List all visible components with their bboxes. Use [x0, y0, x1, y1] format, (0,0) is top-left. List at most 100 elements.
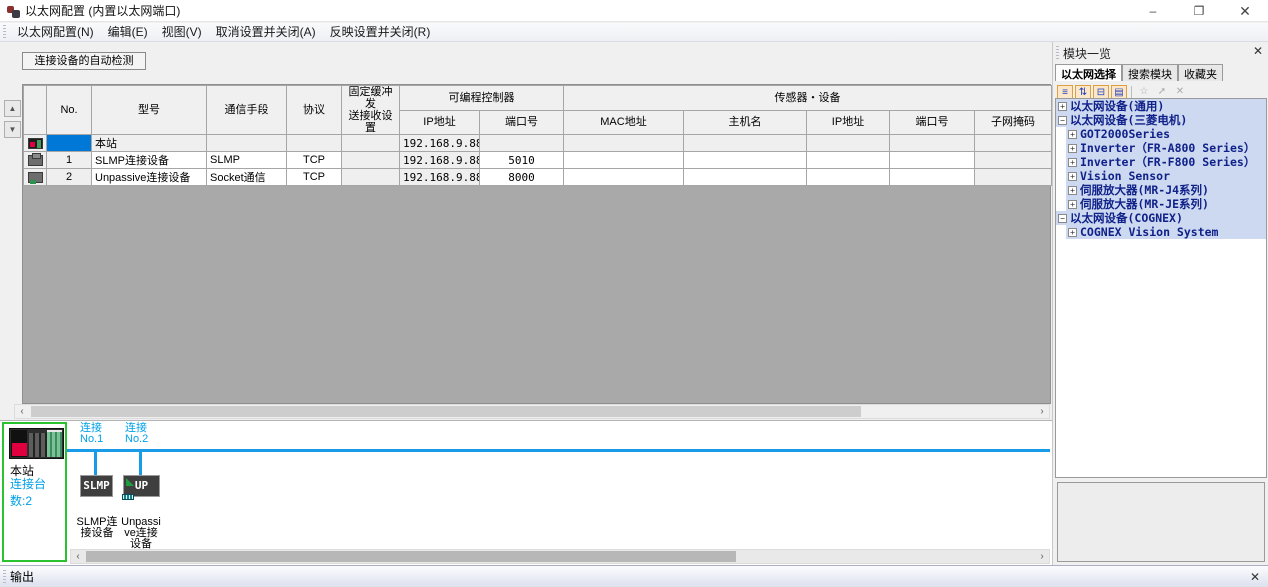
tree-item[interactable]: +以太网设备(通用) — [1056, 99, 1266, 113]
collapse-icon[interactable]: − — [1058, 116, 1067, 125]
cell-ip[interactable] — [807, 135, 890, 152]
col-port: 端口号 — [890, 110, 975, 135]
cell-model[interactable]: Unpassive连接设备 — [92, 169, 207, 186]
collapse-icon[interactable]: − — [1058, 214, 1067, 223]
col-icon — [24, 86, 47, 135]
move-row-up-button[interactable]: ▲ — [4, 100, 21, 117]
unpassive-flag-icon — [126, 478, 134, 486]
tree-item[interactable]: +伺服放大器(MR-J4系列) — [1056, 183, 1266, 197]
tree-item-label: Inverter（FR-A800 Series） — [1080, 141, 1255, 155]
tree-item[interactable]: +Inverter（FR-A800 Series） — [1056, 141, 1266, 155]
table-hscrollbar[interactable]: ‹ › — [14, 404, 1050, 419]
cell-fixedbuf[interactable] — [342, 135, 400, 152]
cell-subnet[interactable] — [975, 152, 1052, 169]
expand-icon[interactable]: + — [1068, 130, 1077, 139]
cell-hostname[interactable] — [684, 135, 807, 152]
expand-icon[interactable]: + — [1068, 200, 1077, 209]
scroll-right-icon[interactable]: › — [1035, 550, 1049, 563]
tab-active[interactable]: 以太网选择 — [1055, 64, 1122, 81]
cell-protocol[interactable] — [287, 135, 342, 152]
cell-subnet[interactable] — [975, 169, 1052, 186]
cell-no[interactable]: 2 — [47, 169, 92, 186]
device-caption: Unpassi ve连接 设备 — [118, 517, 164, 550]
tab-inactive[interactable]: 收藏夹 — [1178, 64, 1223, 81]
scroll-left-icon[interactable]: ‹ — [71, 550, 85, 563]
device-box[interactable]: UP — [123, 475, 160, 497]
cell-plc_ip[interactable]: 192.168.9.88 — [400, 152, 480, 169]
module-detail-panel — [1057, 482, 1265, 562]
tree-item-label: 以太网设备(COGNEX) — [1070, 211, 1183, 225]
output-grip — [3, 570, 6, 584]
tree-item[interactable]: −以太网设备(COGNEX) — [1056, 211, 1266, 225]
expand-icon[interactable]: + — [1068, 186, 1077, 195]
cell-no[interactable] — [47, 135, 92, 152]
tree-item[interactable]: +GOT2000Series — [1056, 127, 1266, 141]
connection-drop-line — [94, 452, 97, 475]
menu-ethernet-config[interactable]: 以太网配置(N) — [10, 23, 101, 42]
cell-port[interactable] — [890, 169, 975, 186]
device-box[interactable]: SLMP — [80, 475, 113, 497]
menu-view[interactable]: 视图(V) — [155, 23, 209, 42]
tree-item-label: 伺服放大器(MR-JE系列) — [1080, 197, 1209, 211]
expand-icon[interactable]: + — [1058, 102, 1067, 111]
table-hscroll-thumb[interactable] — [31, 406, 861, 417]
tree-item[interactable]: −以太网设备(三菱电机) — [1056, 113, 1266, 127]
cell-ip[interactable] — [807, 152, 890, 169]
cell-comm[interactable] — [207, 135, 287, 152]
host-station-box[interactable]: 本站 连接台数:2 — [2, 422, 67, 562]
cell-port[interactable] — [890, 135, 975, 152]
auto-detect-button[interactable]: 连接设备的自动检测 — [22, 52, 146, 70]
diagram-hscroll-thumb[interactable] — [86, 551, 736, 562]
cell-subnet[interactable] — [975, 135, 1052, 152]
cell-fixedbuf[interactable] — [342, 152, 400, 169]
scroll-right-icon[interactable]: › — [1035, 405, 1049, 418]
cell-comm[interactable]: Socket通信 — [207, 169, 287, 186]
connection-count-label: 连接台数:2 — [10, 475, 65, 509]
close-button[interactable]: ✕ — [1222, 0, 1268, 22]
cell-plc_ip[interactable]: 192.168.9.88 — [400, 135, 480, 152]
cell-mac[interactable] — [564, 152, 684, 169]
diagram-hscrollbar[interactable]: ‹ › — [70, 549, 1050, 564]
cell-model[interactable]: SLMP连接设备 — [92, 152, 207, 169]
cell-fixedbuf[interactable] — [342, 169, 400, 186]
table-row[interactable]: 2Unpassive连接设备Socket通信TCP 192.168.9.88800… — [24, 169, 1052, 186]
cell-mac[interactable] — [564, 169, 684, 186]
tab-inactive[interactable]: 搜索模块 — [1122, 64, 1178, 81]
tree-item[interactable]: +Vision Sensor — [1056, 169, 1266, 183]
panel-close-icon[interactable]: ✕ — [1253, 44, 1263, 58]
cell-plc_ip[interactable]: 192.168.9.88 — [400, 169, 480, 186]
expand-icon[interactable]: + — [1068, 144, 1077, 153]
scroll-left-icon[interactable]: ‹ — [15, 405, 29, 418]
cell-port[interactable] — [890, 152, 975, 169]
cell-plc_port[interactable]: 8000 — [480, 169, 564, 186]
move-row-down-button[interactable]: ▼ — [4, 121, 21, 138]
cell-no[interactable]: 1 — [47, 152, 92, 169]
menu-edit[interactable]: 编辑(E) — [101, 23, 155, 42]
tree-item[interactable]: +Inverter（FR-F800 Series） — [1056, 155, 1266, 169]
restore-button[interactable]: ❐ — [1176, 0, 1222, 22]
table-row[interactable]: 本站 192.168.9.88 — [24, 135, 1052, 152]
cell-model[interactable]: 本站 — [92, 135, 207, 152]
device-table: No. 型号 通信手段 协议 固定缓冲发 送接收设置 可编程控制器 传感器・设备… — [23, 85, 1052, 186]
cell-protocol[interactable]: TCP — [287, 169, 342, 186]
cell-hostname[interactable] — [684, 152, 807, 169]
cell-plc_port[interactable] — [480, 135, 564, 152]
cell-mac[interactable] — [564, 135, 684, 152]
output-close-icon[interactable]: ✕ — [1250, 570, 1260, 584]
tree-item[interactable]: +COGNEX Vision System — [1056, 225, 1266, 239]
expand-icon[interactable]: + — [1068, 228, 1077, 237]
cell-plc_port[interactable]: 5010 — [480, 152, 564, 169]
expand-icon[interactable]: + — [1068, 172, 1077, 181]
cell-comm[interactable]: SLMP — [207, 152, 287, 169]
menu-cancel-close[interactable]: 取消设置并关闭(A) — [209, 23, 323, 42]
cell-ip[interactable] — [807, 169, 890, 186]
menu-apply-close[interactable]: 反映设置并关闭(R) — [323, 23, 438, 42]
tree-item[interactable]: +伺服放大器(MR-JE系列) — [1056, 197, 1266, 211]
cell-hostname[interactable] — [684, 169, 807, 186]
group-plc: 可编程控制器 — [400, 86, 564, 111]
cell-protocol[interactable]: TCP — [287, 152, 342, 169]
expand-icon[interactable]: + — [1068, 158, 1077, 167]
app-icon — [6, 4, 20, 18]
minimize-button[interactable]: – — [1130, 0, 1176, 22]
table-row[interactable]: 1SLMP连接设备SLMPTCP 192.168.9.885010 — [24, 152, 1052, 169]
